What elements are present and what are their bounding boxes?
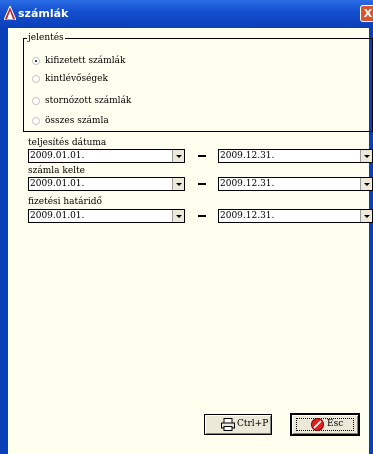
due-date-from-select[interactable]: 2009.01.01. (28, 209, 185, 223)
print-button[interactable]: Ctrl+P (204, 414, 272, 435)
fulfillment-date-label: teljesítés dátuma (28, 138, 107, 148)
close-icon: X (363, 7, 373, 20)
window-title: számlák (18, 7, 69, 20)
title-bar: számlák X (0, 0, 373, 28)
window-frame-left (0, 28, 8, 454)
exit-button-label: Esc (327, 419, 344, 429)
radio-selected-icon[interactable] (32, 57, 40, 65)
invoice-date-to-select[interactable]: 2009.12.31. (218, 177, 373, 191)
radio-label: összes számla (45, 116, 109, 126)
printer-icon (221, 418, 235, 431)
stop-icon (311, 418, 324, 431)
fulfillment-date-from-select[interactable]: 2009.01.01. (28, 149, 185, 163)
due-date-to-select[interactable]: 2009.12.31. (218, 209, 373, 223)
chevron-down-icon[interactable] (172, 210, 184, 222)
invoice-date-from-value: 2009.01.01. (30, 179, 85, 189)
chevron-down-icon[interactable] (360, 210, 372, 222)
radio-label: stornózott számlák (45, 96, 132, 106)
radio-unselected-icon[interactable] (32, 97, 40, 105)
due-date-to-value: 2009.12.31. (220, 211, 275, 221)
app-logo-icon (4, 6, 16, 20)
close-button[interactable]: X (360, 5, 373, 22)
print-button-label: Ctrl+P (237, 419, 269, 429)
radio-label: kifizetett számlák (45, 56, 126, 66)
range-dash (198, 183, 206, 185)
invoice-date-to-value: 2009.12.31. (220, 179, 275, 189)
display-group-legend: jelentés (27, 33, 65, 43)
radio-unselected-icon[interactable] (32, 75, 40, 83)
chevron-down-icon[interactable] (360, 150, 372, 162)
fulfillment-date-to-select[interactable]: 2009.12.31. (218, 149, 373, 163)
radio-unselected-icon[interactable] (32, 117, 40, 125)
radio-label: kintlévőségek (45, 74, 108, 84)
invoice-date-label: számla kelte (28, 166, 85, 176)
chevron-down-icon[interactable] (172, 150, 184, 162)
due-date-label: fizetési határidő (28, 197, 102, 207)
chevron-down-icon[interactable] (360, 178, 372, 190)
chevron-down-icon[interactable] (172, 178, 184, 190)
fulfillment-date-from-value: 2009.01.01. (30, 151, 85, 161)
exit-button[interactable]: Esc (291, 414, 359, 435)
fulfillment-date-to-value: 2009.12.31. (220, 151, 275, 161)
range-dash (198, 155, 206, 157)
invoice-date-from-select[interactable]: 2009.01.01. (28, 177, 185, 191)
focus-indicator (296, 418, 354, 431)
range-dash (198, 215, 206, 217)
due-date-from-value: 2009.01.01. (30, 211, 85, 221)
